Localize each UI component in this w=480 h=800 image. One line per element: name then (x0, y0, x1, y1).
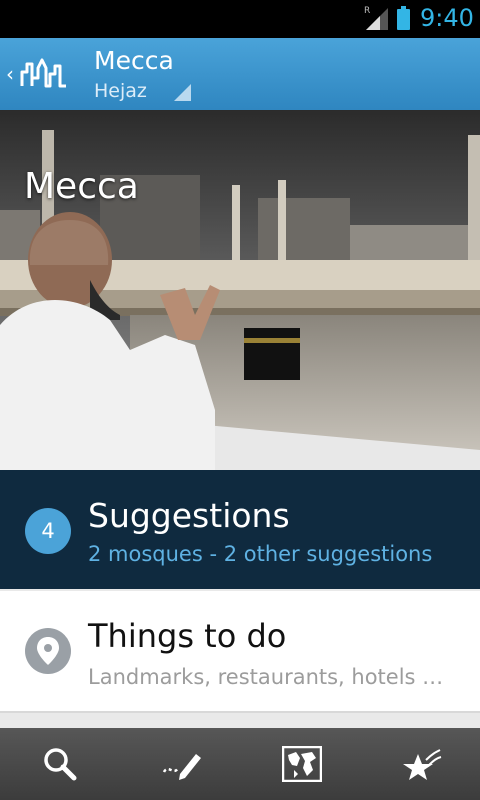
suggestion-count-badge: 4 (25, 508, 71, 554)
map-icon (282, 746, 322, 782)
map-button[interactable] (240, 728, 360, 800)
search-button[interactable] (0, 728, 120, 800)
things-to-do-title: Things to do (88, 617, 287, 655)
location-pin-icon (25, 628, 71, 674)
region-selector[interactable]: Hejaz (94, 80, 147, 102)
roaming-indicator: R (364, 6, 371, 16)
favorites-button[interactable] (360, 728, 480, 800)
write-review-icon (162, 754, 201, 780)
divider (0, 711, 480, 713)
status-bar: R 9:40 (0, 0, 480, 38)
suggestions-item[interactable]: 4 Suggestions 2 mosques - 2 other sugges… (0, 470, 480, 589)
bottom-action-bar (0, 728, 480, 800)
favorites-icon (403, 749, 442, 780)
write-review-button[interactable] (120, 728, 240, 800)
suggestions-subtitle: 2 mosques - 2 other suggestions (88, 542, 433, 566)
things-to-do-subtitle: Landmarks, restaurants, hotels … (88, 665, 444, 689)
action-bar: ‹ Mecca Hejaz (0, 38, 480, 112)
hero-image: Mecca (0, 110, 480, 470)
things-to-do-item[interactable]: Things to do Landmarks, restaurants, hot… (0, 591, 480, 711)
suggestions-title: Suggestions (88, 496, 290, 535)
hero-photo (0, 110, 480, 470)
hero-title: Mecca (24, 166, 139, 207)
page-title[interactable]: Mecca (94, 46, 174, 75)
clock: 9:40 (420, 4, 474, 32)
dropdown-indicator-icon[interactable] (174, 84, 191, 101)
app-logo-icon[interactable] (20, 56, 70, 92)
battery-icon (397, 6, 410, 30)
up-navigation-icon[interactable]: ‹ (6, 62, 14, 86)
search-icon (44, 748, 77, 781)
